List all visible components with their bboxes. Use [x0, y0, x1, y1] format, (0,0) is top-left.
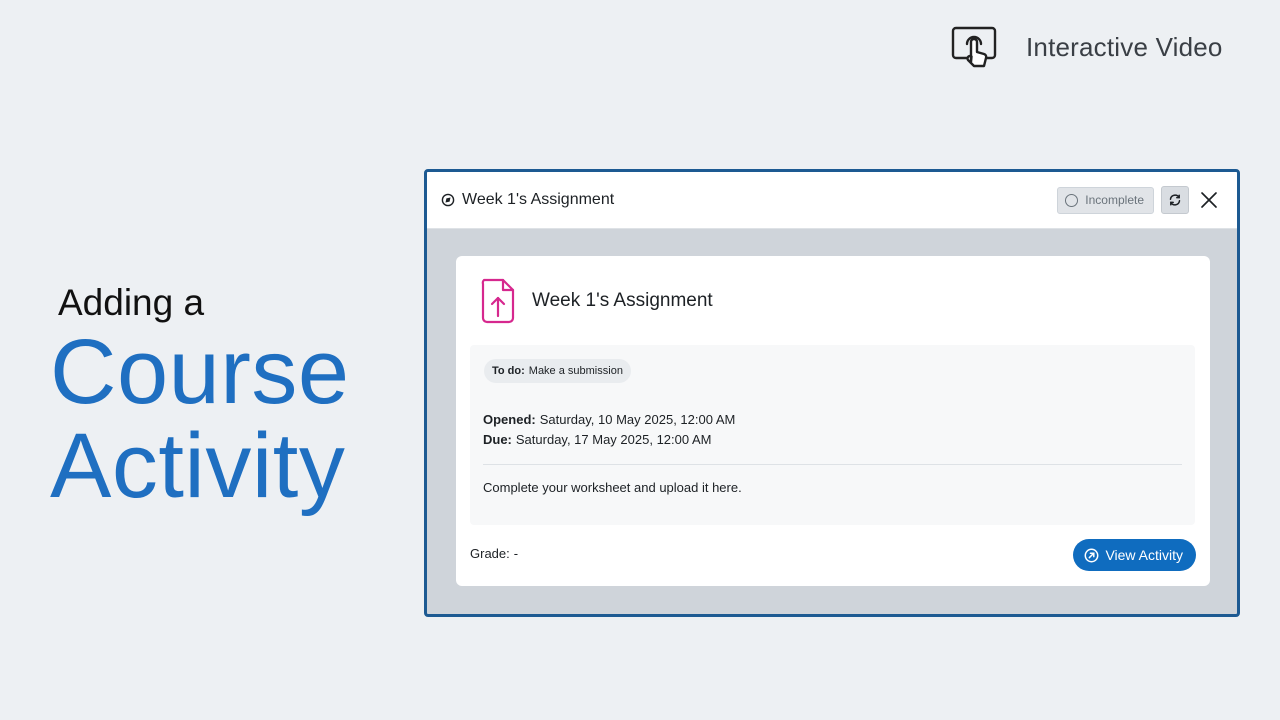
todo-badge: To do: Make a submission [484, 359, 631, 383]
touch-screen-icon [951, 26, 997, 68]
modal-title: Week 1's Assignment [462, 191, 615, 208]
activity-description: Complete your worksheet and upload it he… [483, 480, 742, 495]
empty-circle-icon [1065, 193, 1079, 207]
opened-label: Opened: [483, 412, 536, 427]
grade: Grade: - [470, 546, 518, 561]
modal-header: Week 1's Assignment Incomplete [427, 172, 1237, 229]
view-activity-label: View Activity [1105, 547, 1183, 563]
grade-label: Grade: [470, 546, 510, 561]
completion-status-label: Incomplete [1085, 193, 1144, 207]
opened-date: Opened: Saturday, 10 May 2025, 12:00 AM [483, 412, 735, 427]
activity-card: Week 1's Assignment To do: Make a submis… [456, 256, 1210, 586]
view-activity-button[interactable]: View Activity [1073, 539, 1196, 571]
external-link-icon [1085, 548, 1099, 562]
activity-header: Week 1's Assignment [480, 278, 713, 324]
refresh-icon [1169, 194, 1181, 206]
heading-line-1: Adding a [58, 282, 205, 323]
due-label: Due: [483, 432, 512, 447]
file-upload-icon [481, 278, 515, 324]
divider [483, 464, 1182, 465]
due-date: Due: Saturday, 17 May 2025, 12:00 AM [483, 432, 712, 447]
brand-badge: Interactive Video [950, 24, 1223, 70]
completion-status-button[interactable]: Incomplete [1057, 186, 1154, 214]
refresh-button[interactable] [1161, 186, 1189, 214]
activity-modal: Week 1's Assignment Incomplete Week 1's … [424, 169, 1240, 617]
activity-dates-box: To do: Make a submission Opened: Saturday… [470, 345, 1195, 525]
compass-icon [441, 193, 455, 207]
todo-value: Make a submission [528, 365, 623, 377]
grade-value: - [513, 546, 519, 561]
close-icon [1201, 192, 1217, 208]
todo-label: To do: [492, 365, 525, 377]
opened-value: Saturday, 10 May 2025, 12:00 AM [539, 412, 736, 427]
close-button[interactable] [1195, 186, 1223, 214]
heading-line-3: Activity [50, 415, 346, 517]
activity-title: Week 1's Assignment [532, 290, 713, 311]
due-value: Saturday, 17 May 2025, 12:00 AM [515, 432, 712, 447]
brand-label: Interactive Video [1026, 31, 1223, 62]
heading-line-2: Course [50, 321, 350, 423]
